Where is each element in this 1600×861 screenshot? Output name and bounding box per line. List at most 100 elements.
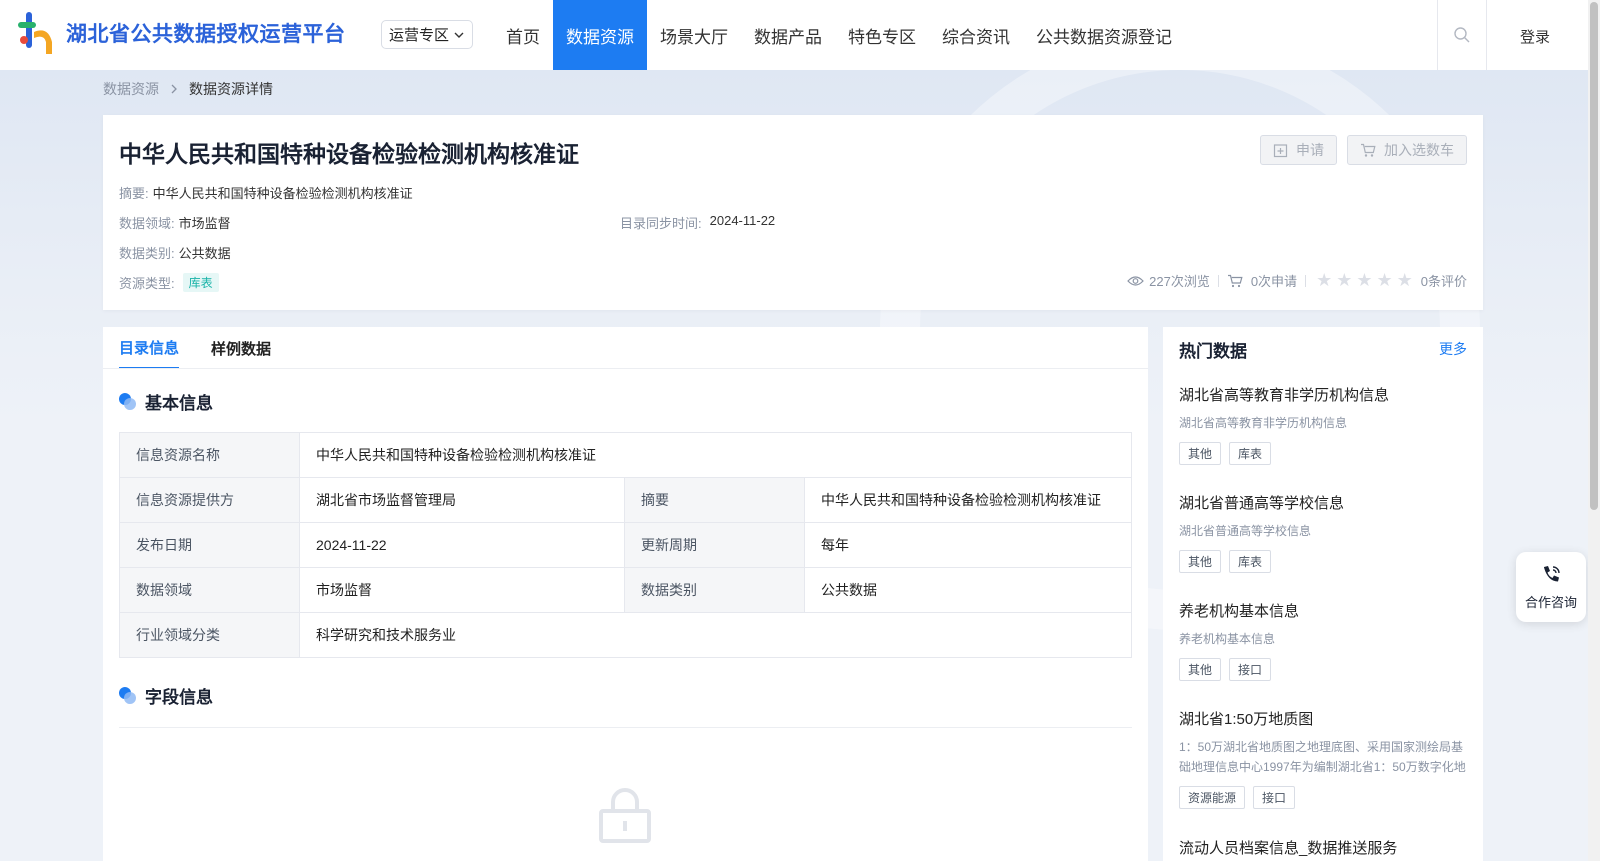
consult-button[interactable]: 合作咨询 — [1516, 552, 1586, 622]
nav-news[interactable]: 综合资讯 — [929, 0, 1023, 70]
table-key: 信息资源提供方 — [119, 477, 300, 523]
hot-item-desc: 湖北省高等教育非学历机构信息 — [1179, 416, 1348, 430]
hot-data-more-link[interactable]: 更多 — [1439, 339, 1467, 359]
apply-count: 0次申请 — [1250, 274, 1298, 289]
search-icon — [1454, 27, 1470, 43]
table-key: 发布日期 — [119, 522, 300, 568]
star-icon: ★ — [1316, 270, 1333, 290]
tabs-divider — [103, 368, 1148, 369]
apply-button[interactable]: 申请 — [1260, 135, 1337, 165]
table-value: 中华人民共和国特种设备检验检测机构核准证 — [804, 477, 1132, 523]
add-to-cart-button[interactable]: 加入选数车 — [1347, 135, 1467, 165]
sync-time-value: 2024-11-22 — [709, 213, 776, 228]
page-scrollbar[interactable] — [1588, 0, 1600, 861]
field-info-divider — [119, 727, 1132, 728]
basic-info-heading: 基本信息 — [119, 389, 213, 414]
main-nav: 首页 数据资源 场景大厅 数据产品 特色专区 综合资讯 公共数据资源登记 — [493, 0, 1185, 70]
page-title: 中华人民共和国特种设备检验检测机构核准证 — [119, 141, 579, 167]
login-link[interactable]: 登录 — [1520, 26, 1550, 47]
tab-sample-data[interactable]: 样例数据 — [211, 327, 271, 369]
hot-item-title[interactable]: 湖北省高等教育非学历机构信息 — [1179, 384, 1469, 405]
section-bullet-icon — [119, 392, 137, 411]
hot-data-item[interactable]: 湖北省1:50万地质图 1：50万湖北省地质图之地理底图、采用国家测绘局基础地理… — [1179, 708, 1469, 809]
hot-item-tag: 库表 — [1229, 550, 1272, 573]
hot-item-title[interactable]: 流动人员档案信息_数据推送服务 — [1179, 837, 1469, 858]
abstract-label: 摘要: — [119, 186, 149, 201]
nav-home[interactable]: 首页 — [493, 0, 553, 70]
basic-info-title: 基本信息 — [145, 394, 213, 413]
nav-data-resources[interactable]: 数据资源 — [553, 0, 647, 70]
hot-item-desc: 湖北省普通高等学校信息 — [1179, 524, 1312, 538]
hot-item-title[interactable]: 湖北省普通高等学校信息 — [1179, 492, 1469, 513]
nav-scene-hall[interactable]: 场景大厅 — [647, 0, 741, 70]
detail-tabs: 目录信息 样例数据 — [119, 327, 271, 369]
zone-select-label: 运营专区 — [388, 27, 449, 44]
domain-label: 数据领域: — [119, 216, 175, 231]
hot-item-title[interactable]: 湖北省1:50万地质图 — [1179, 708, 1469, 729]
hot-item-tag: 接口 — [1253, 786, 1296, 809]
table-key: 摘要 — [624, 477, 805, 523]
category-value: 公共数据 — [178, 246, 231, 261]
table-key: 数据类别 — [624, 567, 805, 613]
hot-item-desc: 1：50万湖北省地质图之地理底图、采用国家测绘局基础地理信息中心1997年为编制… — [1179, 740, 1466, 774]
hot-item-tag: 其他 — [1179, 442, 1222, 465]
cart-icon — [1227, 274, 1243, 287]
review-count: 0条评价 — [1420, 274, 1467, 289]
table-value: 2024-11-22 — [299, 522, 625, 568]
star-icon: ★ — [1396, 270, 1413, 290]
table-row: 信息资源名称 中华人民共和国特种设备检验检测机构核准证 — [119, 432, 1132, 478]
basic-info-table: 信息资源名称 中华人民共和国特种设备检验检测机构核准证 信息资源提供方 湖北省市… — [119, 432, 1132, 658]
hot-item-desc: 养老机构基本信息 — [1179, 632, 1276, 646]
hot-item-tag: 资源能源 — [1179, 786, 1246, 809]
hot-data-item[interactable]: 流动人员档案信息_数据推送服务 — [1179, 837, 1469, 858]
table-key: 更新周期 — [624, 522, 805, 568]
zone-select[interactable]: 运营专区 — [381, 20, 473, 49]
logo-icon — [18, 12, 52, 54]
star-icon: ★ — [1376, 270, 1393, 290]
hot-item-tag: 接口 — [1229, 658, 1272, 681]
eye-icon — [1127, 275, 1144, 286]
hot-item-title[interactable]: 养老机构基本信息 — [1179, 600, 1469, 621]
table-value: 科学研究和技术服务业 — [299, 612, 1132, 658]
apply-icon — [1273, 143, 1288, 157]
table-row: 信息资源提供方 湖北省市场监督管理局 摘要 中华人民共和国特种设备检验检测机构核… — [119, 477, 1132, 523]
stats-divider — [1305, 274, 1307, 287]
tab-catalog-info[interactable]: 目录信息 — [119, 327, 180, 369]
cart-icon — [1361, 143, 1376, 157]
hot-item-tag: 库表 — [1229, 442, 1272, 465]
hot-data-title: 热门数据 — [1179, 342, 1247, 361]
hot-data-panel: 热门数据 更多 湖北省高等教育非学历机构信息 湖北省高等教育非学历机构信息 其他… — [1163, 327, 1483, 861]
chevron-right-icon — [171, 84, 177, 94]
hot-data-item[interactable]: 湖北省普通高等学校信息 湖北省普通高等学校信息 其他 库表 — [1179, 492, 1469, 573]
scrollbar-thumb[interactable] — [1590, 2, 1598, 510]
action-buttons: 申请 加入选数车 — [1260, 135, 1467, 165]
platform-logo[interactable]: 湖北省公共数据授权运营平台 — [16, 10, 346, 56]
sync-time-row: 目录同步时间: 2024-11-22 — [620, 213, 775, 232]
domain-value: 市场监督 — [178, 216, 231, 231]
nav-featured-zone[interactable]: 特色专区 — [835, 0, 929, 70]
apply-button-label: 申请 — [1296, 142, 1324, 158]
nav-registration[interactable]: 公共数据资源登记 — [1023, 0, 1185, 70]
hot-data-item[interactable]: 养老机构基本信息 养老机构基本信息 其他 接口 — [1179, 600, 1469, 681]
field-info-title: 字段信息 — [145, 688, 213, 707]
nav-data-products[interactable]: 数据产品 — [741, 0, 835, 70]
table-value: 公共数据 — [804, 567, 1132, 613]
table-key: 信息资源名称 — [119, 432, 300, 478]
resource-stats: 227次浏览 0次申请 ★ ★ ★ ★ ★ 0条评价 — [1127, 270, 1467, 291]
table-key: 行业领域分类 — [119, 612, 300, 658]
domain-row: 数据领域: 市场监督 — [119, 213, 231, 232]
hot-data-item[interactable]: 湖北省高等教育非学历机构信息 湖北省高等教育非学历机构信息 其他 库表 — [1179, 384, 1469, 465]
table-row: 行业领域分类 科学研究和技术服务业 — [119, 612, 1132, 658]
consult-label: 合作咨询 — [1524, 594, 1577, 610]
hot-item-tag: 其他 — [1179, 658, 1222, 681]
add-to-cart-label: 加入选数车 — [1384, 142, 1454, 158]
search-button[interactable] — [1437, 0, 1487, 70]
resource-type-label: 资源类型: — [119, 276, 175, 291]
top-header: 湖北省公共数据授权运营平台 运营专区 首页 数据资源 场景大厅 数据产品 特色专… — [0, 0, 1600, 70]
table-value: 湖北省市场监督管理局 — [299, 477, 625, 523]
category-label: 数据类别: — [119, 246, 175, 261]
abstract-row: 摘要: 中华人民共和国特种设备检验检测机构核准证 — [119, 183, 413, 202]
chevron-down-icon — [454, 32, 464, 38]
stats-divider — [1217, 274, 1219, 287]
breadcrumb-parent[interactable]: 数据资源 — [103, 79, 159, 99]
